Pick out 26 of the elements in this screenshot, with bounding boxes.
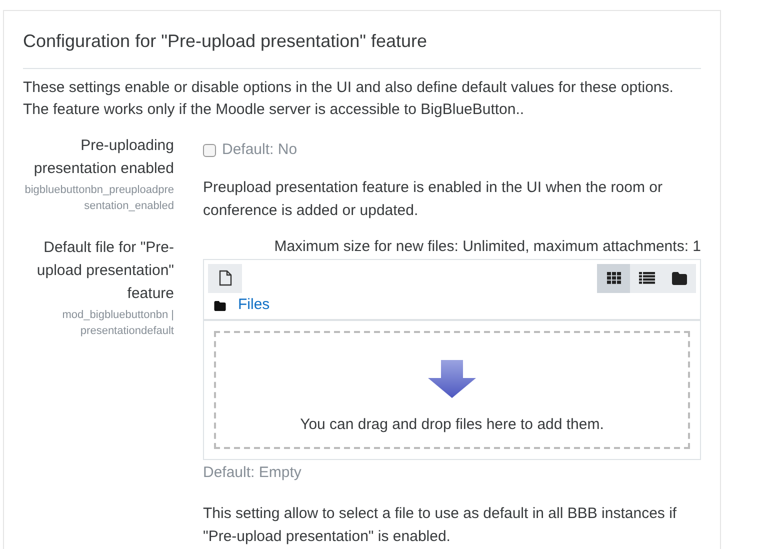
section-description: These settings enable or disable options in the UI and also define default values for these options. (23, 78, 674, 98)
setting-description: This setting allow to select a file to use as default in all BBB instances if "Pre-upload presentation" is enabled. (203, 504, 678, 547)
grid-icon (606, 272, 620, 284)
add-file-button[interactable] (208, 264, 242, 292)
down-arrow-icon (426, 360, 478, 400)
setting-key: mod_bigbluebuttonbn | presentationdefault (24, 306, 174, 338)
drop-hint: You can drag and drop files here to add them. (300, 415, 604, 435)
section-description: The feature works only if the Moodle server is accessible to BigBlueButton.. (23, 100, 526, 120)
file-limits: Maximum size for new files: Unlimited, maximum attachments: 1 (274, 236, 701, 256)
view-button[interactable] (663, 264, 696, 292)
file-icon (218, 270, 232, 286)
setting-key: bigbluebuttonbn_preuploadpresentation_enabled (24, 182, 174, 214)
view-button[interactable] (630, 264, 663, 292)
default-note: Default: Empty (203, 462, 302, 482)
checkbox[interactable] (203, 144, 216, 157)
setting-label: Default file for "Pre-upload presentation" feature (36, 238, 174, 304)
default-note: Default: No (222, 140, 298, 160)
list-icon (638, 272, 654, 284)
section-heading: Configuration for "Pre-upload presentation" feature (23, 29, 701, 69)
setting-label: Pre-uploading presentation enabled (32, 136, 174, 179)
drop-zone[interactable]: You can drag and drop files here to add them. (214, 330, 690, 448)
folder-icon (672, 272, 687, 284)
folder-icon (214, 300, 226, 310)
view-button[interactable] (597, 264, 630, 292)
setting-description: Preupload presentation feature is enabled in the UI when the room or conference is added or updated. (203, 178, 664, 220)
files-link[interactable]: Files (238, 294, 270, 317)
